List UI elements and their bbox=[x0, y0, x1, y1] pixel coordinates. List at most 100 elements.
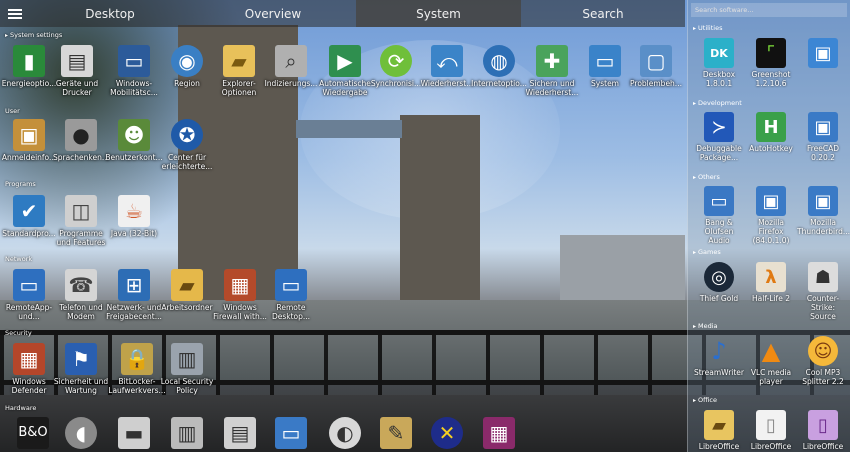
troubleshoot-icon: ▢ bbox=[640, 45, 672, 77]
app-streamwriter[interactable]: ♪ StreamWriter bbox=[693, 336, 745, 377]
desktop-icon-windows-defender[interactable]: ▦ Windows Defender bbox=[0, 343, 58, 395]
deskbox-icon: DK bbox=[704, 38, 734, 68]
desktop-icon-device-manager[interactable]: ▥ bbox=[158, 417, 216, 451]
icon-label: Indizierungs... bbox=[264, 79, 318, 88]
desktop-icon-internetoptionen[interactable]: ◍ Internetoptio... bbox=[470, 45, 528, 88]
steam-icon: ◎ bbox=[704, 262, 734, 292]
tab-overview[interactable]: Overview bbox=[190, 0, 356, 27]
desktop-icon-erleichterte-bedienung[interactable]: ✪ Center für erleichterte... bbox=[158, 119, 216, 171]
pen-tablet-icon: ✎ bbox=[380, 417, 412, 449]
tab-desktop[interactable]: Desktop bbox=[30, 0, 190, 27]
panel-section-office[interactable]: ▸ Office bbox=[693, 396, 717, 404]
desktop-icon-pen-input[interactable]: ✎ bbox=[367, 417, 425, 451]
section-label: Network bbox=[5, 255, 33, 263]
section-header-programs[interactable]: Programs bbox=[5, 180, 36, 188]
desktop-icon-explorer-optionen[interactable]: ▰ Explorer-Optionen bbox=[210, 45, 268, 97]
tab-search[interactable]: Search bbox=[521, 0, 685, 27]
panel-section-utilities[interactable]: ▸ Utilities bbox=[693, 24, 722, 32]
desktop-icon-scanner[interactable]: ▤ bbox=[211, 417, 269, 451]
desktop-icon-synchronisierung[interactable]: ⟳ Synchronisi... bbox=[367, 45, 425, 88]
desktop-icon-indizierung[interactable]: ⌕ Indizierungs... bbox=[262, 45, 320, 88]
app-label: Mozilla Firefox (84.0.1.0) bbox=[752, 218, 790, 245]
desktop-icon-system[interactable]: ▭ System bbox=[576, 45, 634, 88]
section-header-system-settings[interactable]: ▸ System settings bbox=[5, 31, 62, 39]
app-debuggable-package[interactable]: ≻ Debuggable Package... bbox=[693, 112, 745, 162]
desktop-icon-remoteapp[interactable]: ▭ RemoteApp-und... bbox=[0, 269, 58, 321]
desktop-icon-anmeldeinformationen[interactable]: ▣ Anmeldeinfo... bbox=[0, 119, 58, 162]
half-life-lambda-icon: λ bbox=[756, 262, 786, 292]
app-libreoffice-1[interactable]: ▰ LibreOffice bbox=[693, 410, 745, 451]
users-icon: ☻ bbox=[118, 119, 150, 151]
app-autohotkey[interactable]: H AutoHotkey bbox=[745, 112, 797, 153]
greenshot-icon: ⌜ bbox=[756, 38, 786, 68]
app-thief-gold[interactable]: ◎ Thief Gold bbox=[693, 262, 745, 303]
desktop-icon-arbeitsordner[interactable]: ▰ Arbeitsordner bbox=[158, 269, 216, 312]
panel-section-others[interactable]: ▸ Others bbox=[693, 173, 720, 181]
desktop-icon-xming[interactable]: ✕ bbox=[418, 417, 476, 451]
app-deskbox[interactable]: DK Deskbox 1.8.0.1 bbox=[693, 38, 745, 88]
panel-section-games[interactable]: ▸ Games bbox=[693, 248, 721, 256]
libreoffice-folder-icon: ▰ bbox=[704, 410, 734, 440]
desktop-icon-windows-firewall[interactable]: ▦ Windows Firewall with... bbox=[211, 269, 269, 321]
desktop-icon-geraete-drucker[interactable]: ▤ Geräte und Drucker bbox=[48, 45, 106, 97]
desktop-icon-wiederherstellung[interactable]: ⤺ Wiederherst... bbox=[418, 45, 476, 88]
desktop-icon-region[interactable]: ◉ Region bbox=[158, 45, 216, 88]
desktop-icon-programme-features[interactable]: ◫ Programme und Features bbox=[52, 195, 110, 247]
desktop-icon-automatische-wiedergabe[interactable]: ▶ Automatische Wiedergabe bbox=[316, 45, 374, 97]
thunderbird-icon: ▣ bbox=[808, 186, 838, 216]
software-search-input[interactable]: Search software... bbox=[691, 3, 847, 17]
icon-label: Region bbox=[174, 79, 200, 88]
display-icon: ▭ bbox=[275, 417, 307, 449]
app-freecad[interactable]: ▣ FreeCAD 0.20.2 bbox=[797, 112, 849, 162]
app-firefox[interactable]: ▣ Mozilla Firefox (84.0.1.0) bbox=[745, 186, 797, 245]
backup-icon: ✚ bbox=[536, 45, 568, 77]
desktop-icon-sound[interactable]: ◐ bbox=[316, 417, 374, 451]
icon-label: Automatische Wiedergabe bbox=[319, 79, 371, 97]
app-blurred[interactable]: ▣ bbox=[797, 38, 849, 70]
desktop-icon-mouse[interactable]: ◖ bbox=[52, 417, 110, 451]
desktop-icon-mobilitaetscenter[interactable]: ▭ Windows-Mobilitätsc... bbox=[105, 45, 163, 97]
mouse-icon: ◖ bbox=[65, 417, 97, 449]
desktop-icon-problembehandlung[interactable]: ▢ Problembeh... bbox=[627, 45, 685, 88]
desktop-icon-local-security-policy[interactable]: ▥ Local Security Policy bbox=[158, 343, 216, 395]
icon-label: Windows Firewall with... bbox=[213, 303, 267, 321]
app-vlc[interactable]: ▲ VLC media player bbox=[745, 336, 797, 386]
audio-computer-icon: ▭ bbox=[704, 186, 734, 216]
bang-olufsen-icon: B&O bbox=[17, 417, 49, 449]
panel-section-media[interactable]: ▸ Media bbox=[693, 322, 718, 330]
section-header-security[interactable]: Security bbox=[5, 329, 32, 337]
app-libreoffice-2[interactable]: ▯ LibreOffice bbox=[745, 410, 797, 451]
tab-system[interactable]: System bbox=[356, 0, 521, 27]
panel-section-development[interactable]: ▸ Development bbox=[693, 99, 742, 107]
desktop-icon-standardprogramme[interactable]: ✔ Standardpro... bbox=[0, 195, 58, 238]
desktop-icon-java[interactable]: ☕ Java (32-Bit) bbox=[105, 195, 163, 238]
app-thunderbird[interactable]: ▣ Mozilla Thunderbird... bbox=[797, 186, 850, 236]
section-header-hardware[interactable]: Hardware bbox=[5, 404, 36, 412]
smiley-icon: ☺ bbox=[808, 336, 838, 366]
desktop-icon-keyboard[interactable]: ▬ bbox=[105, 417, 163, 451]
desktop-icon-benutzerkonten[interactable]: ☻ Benutzerkont... bbox=[105, 119, 163, 162]
desktop-icon-winrar[interactable]: ▦ bbox=[470, 417, 528, 451]
app-label: Thief Gold bbox=[699, 294, 739, 303]
desktop-icon-remote-desktop[interactable]: ▭ Remote Desktop... bbox=[262, 269, 320, 321]
recovery-icon: ⤺ bbox=[431, 45, 463, 77]
desktop-icon-telefon-modem[interactable]: ☎ Telefon und Modem bbox=[52, 269, 110, 321]
desktop-icon-sicherheit-wartung[interactable]: ⚑ Sicherheit und Wartung bbox=[52, 343, 110, 395]
work-folder-icon: ▰ bbox=[171, 269, 203, 301]
app-greenshot[interactable]: ⌜ Greenshot 1.2.10.6 bbox=[745, 38, 797, 88]
section-header-network[interactable]: Network bbox=[5, 255, 32, 263]
desktop-icon-spracherkennung[interactable]: ● Sprachenken... bbox=[52, 119, 110, 162]
desktop-icon-display[interactable]: ▭ bbox=[262, 417, 320, 451]
flag-icon: ⚑ bbox=[65, 343, 97, 375]
section-header-user[interactable]: User bbox=[5, 107, 20, 115]
icon-label: Standardpro... bbox=[2, 229, 56, 238]
app-half-life-2[interactable]: λ Half-Life 2 bbox=[745, 262, 797, 303]
app-counter-strike-source[interactable]: ☗ Counter-Strike: Source bbox=[797, 262, 849, 321]
desktop-icon-sichern-wiederherstellen[interactable]: ✚ Sichern und Wiederherst... bbox=[523, 45, 581, 97]
hamburger-menu-icon[interactable] bbox=[0, 0, 30, 27]
app-cool-mp3-splitter[interactable]: ☺ Cool MP3 Splitter 2.2 bbox=[797, 336, 849, 386]
remote-desktop-icon: ▭ bbox=[275, 269, 307, 301]
app-bang-olufsen-audio[interactable]: ▭ Bang & Olufsen Audio bbox=[693, 186, 745, 245]
desktop-icon-netzwerk-freigabecenter[interactable]: ⊞ Netzwerk- und Freigabecent... bbox=[105, 269, 163, 321]
app-libreoffice-3[interactable]: ▯ LibreOffice bbox=[797, 410, 849, 451]
